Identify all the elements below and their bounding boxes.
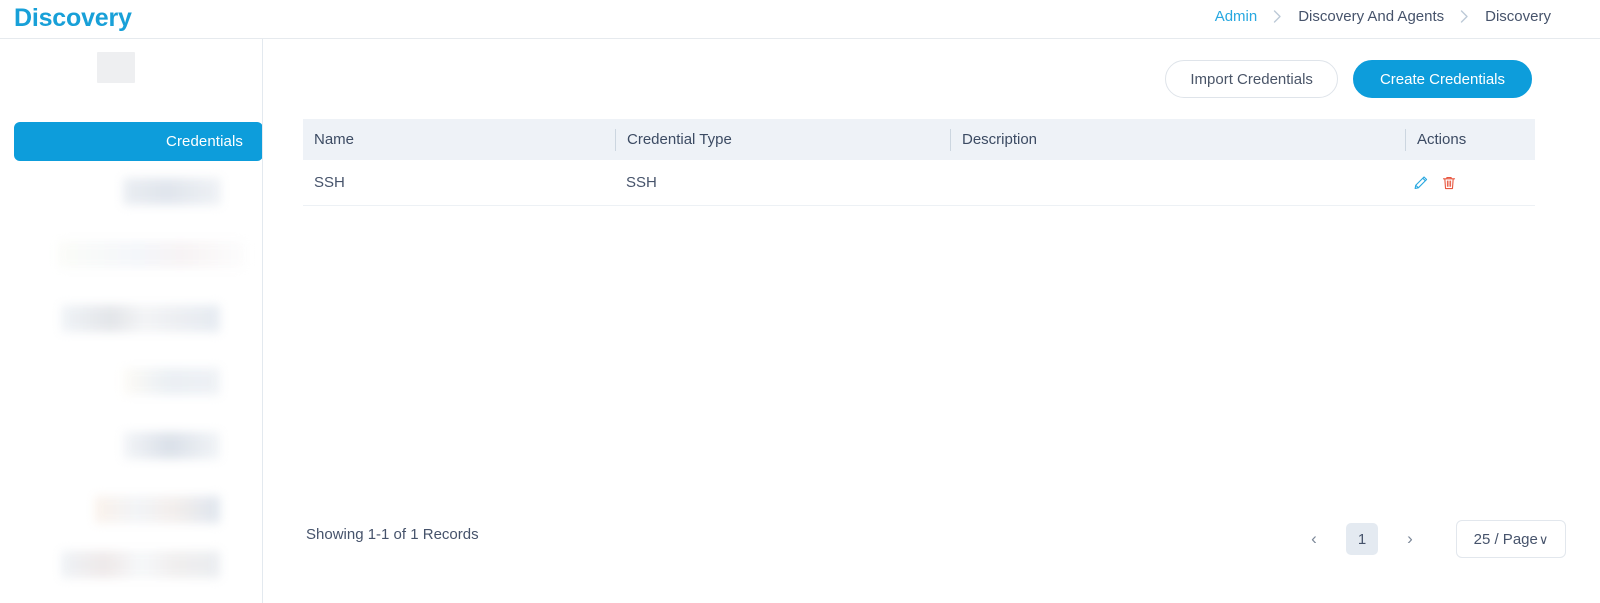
- pagination: ‹ 1 › 25 / Page ∨: [1298, 520, 1566, 558]
- breadcrumb: Admin Discovery And Agents Discovery: [1213, 8, 1553, 25]
- main-content: Import Credentials Create Credentials Na…: [264, 39, 1600, 603]
- table-header-row: Name Credential Type Description Actions: [303, 119, 1535, 160]
- table-header-description: Description: [950, 128, 1405, 151]
- toolbar: Import Credentials Create Credentials: [1165, 60, 1532, 98]
- table-header-credential-type: Credential Type: [615, 128, 950, 151]
- records-count-label: Showing 1-1 of 1 Records: [306, 526, 479, 543]
- page-size-select[interactable]: 25 / Page ∨: [1456, 520, 1566, 558]
- table-body: SSH SSH: [303, 160, 1535, 206]
- breadcrumb-item-discovery: Discovery: [1485, 8, 1551, 25]
- cell-actions: [1405, 174, 1535, 192]
- sidebar-item-redacted-5[interactable]: [123, 432, 220, 459]
- chevron-right-icon-2: [1446, 10, 1483, 23]
- table-header-actions: Actions: [1405, 128, 1535, 151]
- sidebar-item-redacted-4[interactable]: [123, 368, 220, 395]
- breadcrumb-item-admin[interactable]: Admin: [1213, 8, 1260, 25]
- table-header-name: Name: [314, 131, 355, 148]
- chevron-down-icon: ∨: [1538, 531, 1549, 547]
- pagination-page-1[interactable]: 1: [1346, 523, 1378, 555]
- top-header-bar: Discovery Admin Discovery And Agents Dis…: [0, 0, 1600, 39]
- chevron-right-icon: [1259, 10, 1296, 23]
- sidebar-item-redacted-6[interactable]: [95, 496, 220, 523]
- sidebar-item-redacted-7[interactable]: [61, 551, 220, 578]
- credentials-table: Name Credential Type Description Actions…: [303, 119, 1535, 206]
- sidebar-placeholder-logo: [97, 52, 135, 83]
- page-size-label: 25 / Page: [1473, 530, 1538, 548]
- sidebar-item-redacted-1[interactable]: [123, 178, 221, 205]
- table-footer: Showing 1-1 of 1 Records ‹ 1 › 25 / Page…: [264, 510, 1600, 566]
- sidebar-item-redacted-2[interactable]: [58, 241, 247, 268]
- create-credentials-button[interactable]: Create Credentials: [1352, 60, 1532, 98]
- import-credentials-button[interactable]: Import Credentials: [1165, 60, 1338, 98]
- sidebar-item-credentials[interactable]: Credentials: [14, 122, 262, 161]
- cell-name: SSH: [314, 174, 345, 191]
- sidebar-item-redacted-3[interactable]: [61, 305, 220, 332]
- edit-pencil-icon[interactable]: [1412, 174, 1430, 192]
- sidebar-item-label-credentials: Credentials: [166, 133, 243, 150]
- breadcrumb-item-discovery-and-agents[interactable]: Discovery And Agents: [1296, 8, 1446, 25]
- table-row: SSH SSH: [303, 160, 1535, 206]
- app-root: Discovery Admin Discovery And Agents Dis…: [0, 0, 1600, 603]
- delete-trash-icon[interactable]: [1440, 174, 1458, 192]
- sidebar: Credentials: [0, 39, 263, 603]
- page-title: Discovery: [14, 4, 132, 32]
- cell-credential-type: SSH: [626, 174, 657, 191]
- pagination-next-button[interactable]: ›: [1394, 523, 1426, 555]
- pagination-prev-button[interactable]: ‹: [1298, 523, 1330, 555]
